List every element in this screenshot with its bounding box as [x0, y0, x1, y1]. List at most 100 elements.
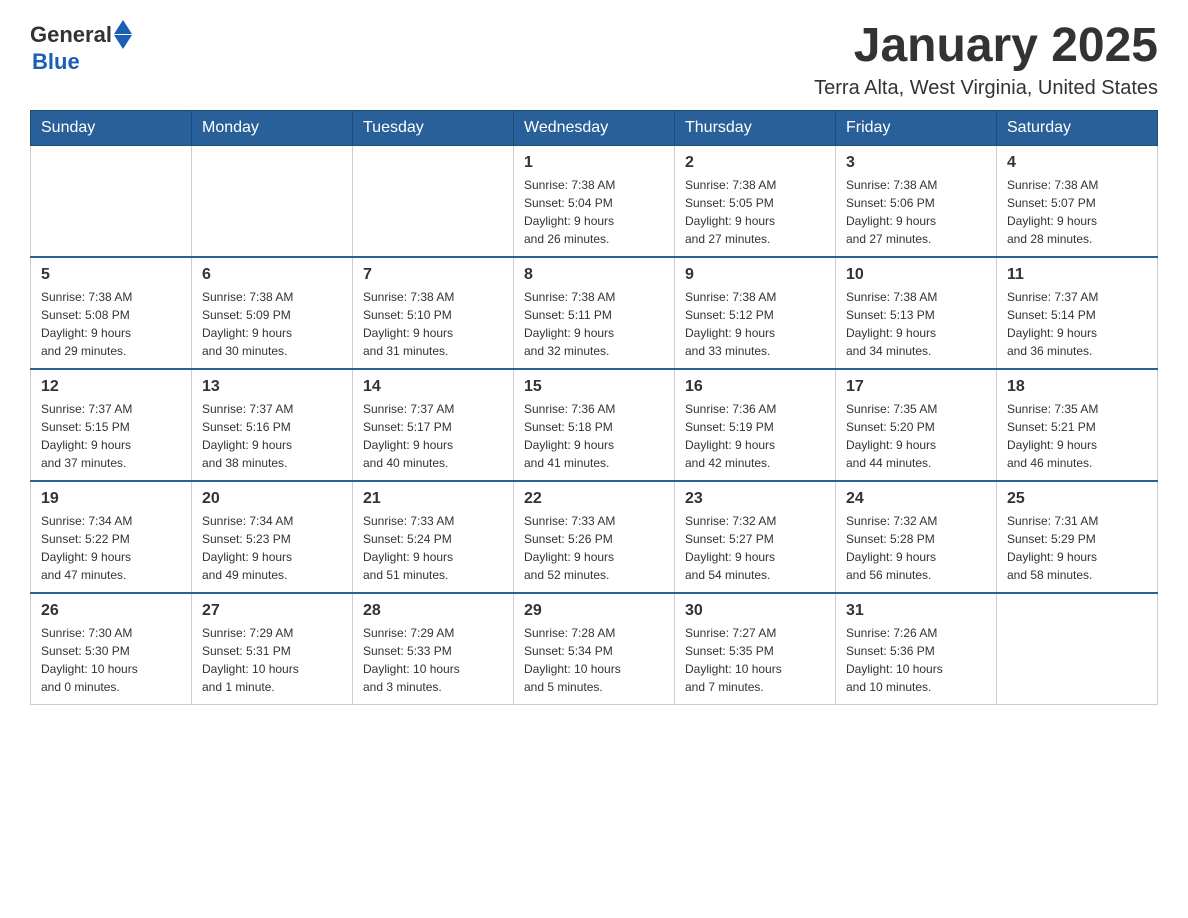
calendar-cell: 10 Sunrise: 7:38 AM Sunset: 5:13 PM Dayli… — [836, 257, 997, 369]
calendar-cell: 19Sunrise: 7:34 AM Sunset: 5:22 PM Dayli… — [31, 481, 192, 593]
day-number: 31 — [846, 602, 986, 620]
calendar-cell — [353, 145, 514, 257]
calendar-cell: 9 Sunrise: 7:38 AM Sunset: 5:12 PM Daylig… — [675, 257, 836, 369]
week-row-1: 1 Sunrise: 7:38 AM Sunset: 5:04 PM Daylig… — [31, 145, 1158, 257]
day-info: Sunrise: 7:38 AM Sunset: 5:07 PM Dayligh… — [1007, 176, 1147, 248]
day-info: Sunrise: 7:38 AM Sunset: 5:08 PM Dayligh… — [41, 288, 181, 360]
title-section: January 2025 Terra Alta, West Virginia, … — [814, 20, 1158, 100]
calendar-cell: 13 Sunrise: 7:37 AM Sunset: 5:16 PM Dayli… — [192, 369, 353, 481]
calendar-cell: 3Sunrise: 7:38 AM Sunset: 5:06 PM Daylig… — [836, 145, 997, 257]
week-row-2: 5 Sunrise: 7:38 AM Sunset: 5:08 PM Daylig… — [31, 257, 1158, 369]
day-info: Sunrise: 7:38 AM Sunset: 5:11 PM Dayligh… — [524, 288, 664, 360]
calendar-cell: 25Sunrise: 7:31 AM Sunset: 5:29 PM Dayli… — [997, 481, 1158, 593]
calendar-cell: 29 Sunrise: 7:28 AM Sunset: 5:34 PM Dayli… — [514, 593, 675, 705]
calendar-cell: 11 Sunrise: 7:37 AM Sunset: 5:14 PM Dayli… — [997, 257, 1158, 369]
day-info: Sunrise: 7:36 AM Sunset: 5:18 PM Dayligh… — [524, 400, 664, 472]
logo-general-text: General — [30, 22, 112, 48]
calendar-cell: 31 Sunrise: 7:26 AM Sunset: 5:36 PM Dayli… — [836, 593, 997, 705]
header-tuesday: Tuesday — [353, 110, 514, 145]
day-info: Sunrise: 7:37 AM Sunset: 5:15 PM Dayligh… — [41, 400, 181, 472]
day-info: Sunrise: 7:28 AM Sunset: 5:34 PM Dayligh… — [524, 624, 664, 696]
day-info: Sunrise: 7:33 AM Sunset: 5:26 PM Dayligh… — [524, 512, 664, 584]
calendar-cell — [192, 145, 353, 257]
day-info: Sunrise: 7:37 AM Sunset: 5:16 PM Dayligh… — [202, 400, 342, 472]
calendar-cell: 2 Sunrise: 7:38 AM Sunset: 5:05 PM Daylig… — [675, 145, 836, 257]
calendar-header-row: SundayMondayTuesdayWednesdayThursdayFrid… — [31, 110, 1158, 145]
day-info: Sunrise: 7:34 AM Sunset: 5:23 PM Dayligh… — [202, 512, 342, 584]
calendar-cell: 20Sunrise: 7:34 AM Sunset: 5:23 PM Dayli… — [192, 481, 353, 593]
day-info: Sunrise: 7:37 AM Sunset: 5:17 PM Dayligh… — [363, 400, 503, 472]
calendar-cell: 27 Sunrise: 7:29 AM Sunset: 5:31 PM Dayli… — [192, 593, 353, 705]
day-number: 9 — [685, 266, 825, 284]
day-number: 22 — [524, 490, 664, 508]
calendar-table: SundayMondayTuesdayWednesdayThursdayFrid… — [30, 110, 1158, 705]
day-info: Sunrise: 7:35 AM Sunset: 5:20 PM Dayligh… — [846, 400, 986, 472]
day-number: 5 — [41, 266, 181, 284]
day-info: Sunrise: 7:27 AM Sunset: 5:35 PM Dayligh… — [685, 624, 825, 696]
day-info: Sunrise: 7:29 AM Sunset: 5:33 PM Dayligh… — [363, 624, 503, 696]
page-header: General Blue January 2025 Terra Alta, We… — [30, 20, 1158, 100]
header-thursday: Thursday — [675, 110, 836, 145]
calendar-cell: 30 Sunrise: 7:27 AM Sunset: 5:35 PM Dayli… — [675, 593, 836, 705]
calendar-cell: 28 Sunrise: 7:29 AM Sunset: 5:33 PM Dayli… — [353, 593, 514, 705]
calendar-cell — [997, 593, 1158, 705]
day-info: Sunrise: 7:32 AM Sunset: 5:28 PM Dayligh… — [846, 512, 986, 584]
calendar-cell: 24 Sunrise: 7:32 AM Sunset: 5:28 PM Dayli… — [836, 481, 997, 593]
calendar-cell: 12 Sunrise: 7:37 AM Sunset: 5:15 PM Dayli… — [31, 369, 192, 481]
day-info: Sunrise: 7:30 AM Sunset: 5:30 PM Dayligh… — [41, 624, 181, 696]
day-info: Sunrise: 7:37 AM Sunset: 5:14 PM Dayligh… — [1007, 288, 1147, 360]
day-number: 1 — [524, 154, 664, 172]
calendar-cell: 21Sunrise: 7:33 AM Sunset: 5:24 PM Dayli… — [353, 481, 514, 593]
day-info: Sunrise: 7:33 AM Sunset: 5:24 PM Dayligh… — [363, 512, 503, 584]
calendar-cell: 5 Sunrise: 7:38 AM Sunset: 5:08 PM Daylig… — [31, 257, 192, 369]
header-monday: Monday — [192, 110, 353, 145]
header-saturday: Saturday — [997, 110, 1158, 145]
calendar-cell: 16Sunrise: 7:36 AM Sunset: 5:19 PM Dayli… — [675, 369, 836, 481]
day-info: Sunrise: 7:31 AM Sunset: 5:29 PM Dayligh… — [1007, 512, 1147, 584]
day-number: 19 — [41, 490, 181, 508]
calendar-cell: 17 Sunrise: 7:35 AM Sunset: 5:20 PM Dayli… — [836, 369, 997, 481]
day-number: 11 — [1007, 266, 1147, 284]
day-number: 3 — [846, 154, 986, 172]
calendar-cell: 4Sunrise: 7:38 AM Sunset: 5:07 PM Daylig… — [997, 145, 1158, 257]
day-info: Sunrise: 7:38 AM Sunset: 5:10 PM Dayligh… — [363, 288, 503, 360]
day-info: Sunrise: 7:35 AM Sunset: 5:21 PM Dayligh… — [1007, 400, 1147, 472]
day-number: 27 — [202, 602, 342, 620]
day-info: Sunrise: 7:26 AM Sunset: 5:36 PM Dayligh… — [846, 624, 986, 696]
day-number: 12 — [41, 378, 181, 396]
day-info: Sunrise: 7:32 AM Sunset: 5:27 PM Dayligh… — [685, 512, 825, 584]
calendar-cell: 23 Sunrise: 7:32 AM Sunset: 5:27 PM Dayli… — [675, 481, 836, 593]
day-number: 17 — [846, 378, 986, 396]
day-number: 6 — [202, 266, 342, 284]
day-number: 28 — [363, 602, 503, 620]
day-number: 29 — [524, 602, 664, 620]
calendar-cell — [31, 145, 192, 257]
calendar-cell: 14Sunrise: 7:37 AM Sunset: 5:17 PM Dayli… — [353, 369, 514, 481]
calendar-cell: 18 Sunrise: 7:35 AM Sunset: 5:21 PM Dayli… — [997, 369, 1158, 481]
day-number: 23 — [685, 490, 825, 508]
day-number: 26 — [41, 602, 181, 620]
calendar-cell: 1 Sunrise: 7:38 AM Sunset: 5:04 PM Daylig… — [514, 145, 675, 257]
day-number: 10 — [846, 266, 986, 284]
header-wednesday: Wednesday — [514, 110, 675, 145]
calendar-cell: 26 Sunrise: 7:30 AM Sunset: 5:30 PM Dayli… — [31, 593, 192, 705]
week-row-3: 12 Sunrise: 7:37 AM Sunset: 5:15 PM Dayli… — [31, 369, 1158, 481]
day-info: Sunrise: 7:38 AM Sunset: 5:12 PM Dayligh… — [685, 288, 825, 360]
day-info: Sunrise: 7:38 AM Sunset: 5:13 PM Dayligh… — [846, 288, 986, 360]
day-number: 13 — [202, 378, 342, 396]
day-info: Sunrise: 7:29 AM Sunset: 5:31 PM Dayligh… — [202, 624, 342, 696]
calendar-cell: 22 Sunrise: 7:33 AM Sunset: 5:26 PM Dayli… — [514, 481, 675, 593]
day-info: Sunrise: 7:38 AM Sunset: 5:05 PM Dayligh… — [685, 176, 825, 248]
day-number: 18 — [1007, 378, 1147, 396]
week-row-5: 26 Sunrise: 7:30 AM Sunset: 5:30 PM Dayli… — [31, 593, 1158, 705]
day-number: 30 — [685, 602, 825, 620]
day-number: 8 — [524, 266, 664, 284]
day-info: Sunrise: 7:38 AM Sunset: 5:04 PM Dayligh… — [524, 176, 664, 248]
calendar-cell: 8 Sunrise: 7:38 AM Sunset: 5:11 PM Daylig… — [514, 257, 675, 369]
logo-triangle-up — [114, 20, 132, 34]
day-number: 24 — [846, 490, 986, 508]
day-number: 2 — [685, 154, 825, 172]
day-number: 15 — [524, 378, 664, 396]
day-number: 16 — [685, 378, 825, 396]
calendar-title: January 2025 — [814, 20, 1158, 73]
